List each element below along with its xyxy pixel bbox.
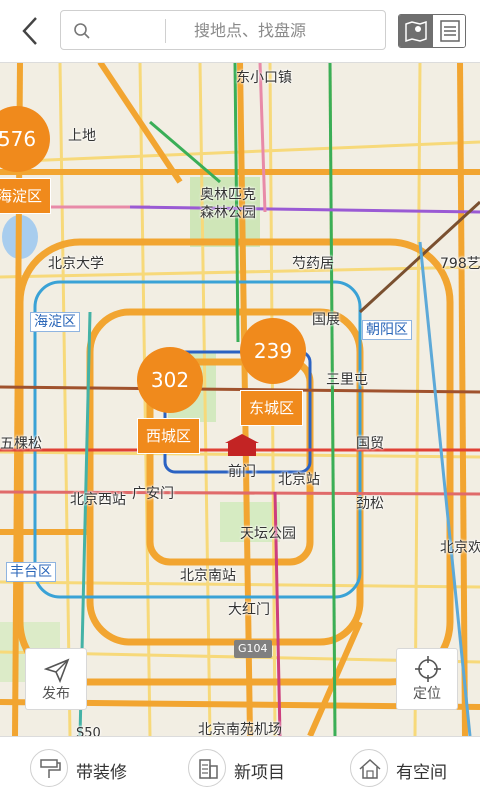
send-icon <box>44 658 70 683</box>
cluster-district[interactable]: 海淀区 <box>0 178 52 214</box>
search-input[interactable]: 搜地点、找盘源 <box>60 10 386 50</box>
publish-label: 发布 <box>42 686 70 702</box>
map-label-qianmen: 前门 <box>228 464 256 480</box>
building-icon <box>188 749 226 787</box>
map-label-dahongmen: 大红门 <box>228 602 270 618</box>
search-placeholder: 搜地点、找盘源 <box>194 21 307 40</box>
map-label-798: 798艺 <box>440 256 480 272</box>
view-toggle <box>398 14 466 48</box>
map-label-dongxiaokou: 东小口镇 <box>236 70 292 86</box>
tab-label: 新项目 <box>234 763 285 783</box>
map-label-haidian-district: 海淀区 <box>30 312 80 332</box>
list-icon <box>440 20 460 42</box>
cluster-count[interactable]: 302 <box>137 347 203 413</box>
map-label-pku: 北京大学 <box>48 256 104 272</box>
bottom-bar: 带装修 新项目 有空间 <box>0 736 480 800</box>
map-label-beijing-station: 北京站 <box>278 472 320 488</box>
map-label-beijing-huan: 北京欢 <box>440 540 480 556</box>
tab-label: 有空间 <box>396 763 447 783</box>
map-view-button[interactable] <box>399 15 433 47</box>
cluster-district[interactable]: 西城区 <box>137 418 201 454</box>
map-label-guomao: 国贸 <box>356 436 384 452</box>
search-icon <box>74 23 90 39</box>
map-label-shaoyaoju: 芍药居 <box>292 256 334 272</box>
map-label-tiantan: 天坛公园 <box>240 526 296 542</box>
map-label-guanganmen: 广安门 <box>132 486 174 502</box>
map-area[interactable]: 东小口镇 上地 奥林匹克 森林公园 北京大学 芍药居 798艺 海淀区 国展 朝… <box>0 62 480 736</box>
cluster-count[interactable]: 239 <box>240 318 306 384</box>
map-label-shangdi: 上地 <box>68 128 96 144</box>
back-button[interactable] <box>14 14 46 48</box>
map-label-fengtai-district: 丰台区 <box>6 562 56 582</box>
top-bar: 搜地点、找盘源 <box>0 0 480 63</box>
map-label-olympic-park: 奥林匹克 森林公园 <box>200 187 256 221</box>
map-label-jinsong: 劲松 <box>356 496 384 512</box>
cluster-district[interactable]: 东城区 <box>240 390 304 426</box>
list-view-button[interactable] <box>433 15 465 47</box>
back-arrow-icon <box>22 17 37 45</box>
publish-button[interactable]: 发布 <box>25 648 87 710</box>
map-label-beijing-south: 北京南站 <box>180 568 236 584</box>
map-label-g104: G104 <box>238 642 268 655</box>
map-label-guozhan: 国展 <box>312 312 340 328</box>
locate-button[interactable]: 定位 <box>396 648 458 710</box>
search-divider <box>165 19 166 43</box>
map-label-beijing-west: 北京西站 <box>70 492 126 508</box>
paint-roller-icon <box>30 749 68 787</box>
map-label-wukesong: 五棵松 <box>0 436 42 452</box>
map-icon <box>405 20 427 43</box>
locate-label: 定位 <box>413 686 441 702</box>
map-label-sanlitun: 三里屯 <box>326 372 368 388</box>
crosshair-icon <box>415 656 441 682</box>
map-label-s50: S50 <box>76 726 101 736</box>
map-label-nanyuan-airport: 北京南苑机场 <box>198 722 282 736</box>
map-label-chaoyang-district: 朝阳区 <box>362 320 412 340</box>
tab-label: 带装修 <box>76 763 127 783</box>
house-icon <box>350 749 388 787</box>
